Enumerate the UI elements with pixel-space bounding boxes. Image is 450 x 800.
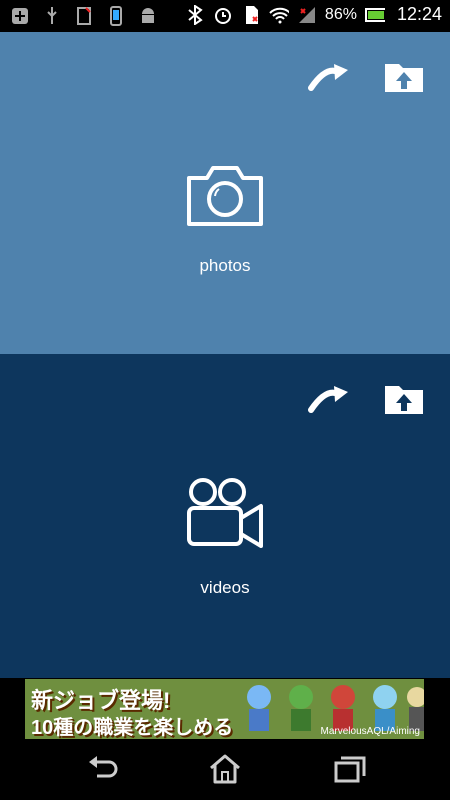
plus-icon [10,6,30,26]
phone-icon [106,6,126,26]
upload-folder-icon[interactable] [384,382,428,416]
alarm-icon [213,5,233,25]
recent-apps-icon[interactable] [333,754,367,784]
sd-card-icon [241,5,261,25]
navigation-bar [0,740,450,800]
photos-label: photos [199,256,251,275]
system-icons: 86% 12:24 [185,4,442,25]
home-icon[interactable] [208,754,242,784]
ad-creative[interactable]: 新ジョブ登場! 10種の職業を楽しめる MarvelousAQL/Aiming [25,679,424,739]
share-icon[interactable] [308,60,352,94]
camera-icon [185,160,265,230]
videos-label: videos [200,578,250,597]
battery-percent: 86% [324,5,357,23]
clock: 12:24 [396,4,442,24]
usb-icon [42,6,62,26]
photos-panel[interactable]: photos [0,32,450,354]
battery-icon [364,5,385,25]
share-icon[interactable] [308,382,352,416]
sim-icon [74,6,94,26]
bluetooth-icon [185,4,205,25]
wifi-icon [269,5,289,25]
videos-panel[interactable]: videos [0,354,450,678]
status-bar: 86% 12:24 [0,0,450,32]
signal-icon [297,5,317,25]
upload-folder-icon[interactable] [384,60,428,94]
android-icon [138,6,158,26]
ad-credit: MarvelousAQL/Aiming [320,726,420,737]
ad-banner[interactable]: 新ジョブ登場! 10種の職業を楽しめる MarvelousAQL/Aiming [0,678,450,740]
back-icon[interactable] [85,754,119,784]
video-camera-icon [185,478,265,548]
notification-icons [10,6,158,26]
ad-subline: 10種の職業を楽しめる [31,717,234,739]
